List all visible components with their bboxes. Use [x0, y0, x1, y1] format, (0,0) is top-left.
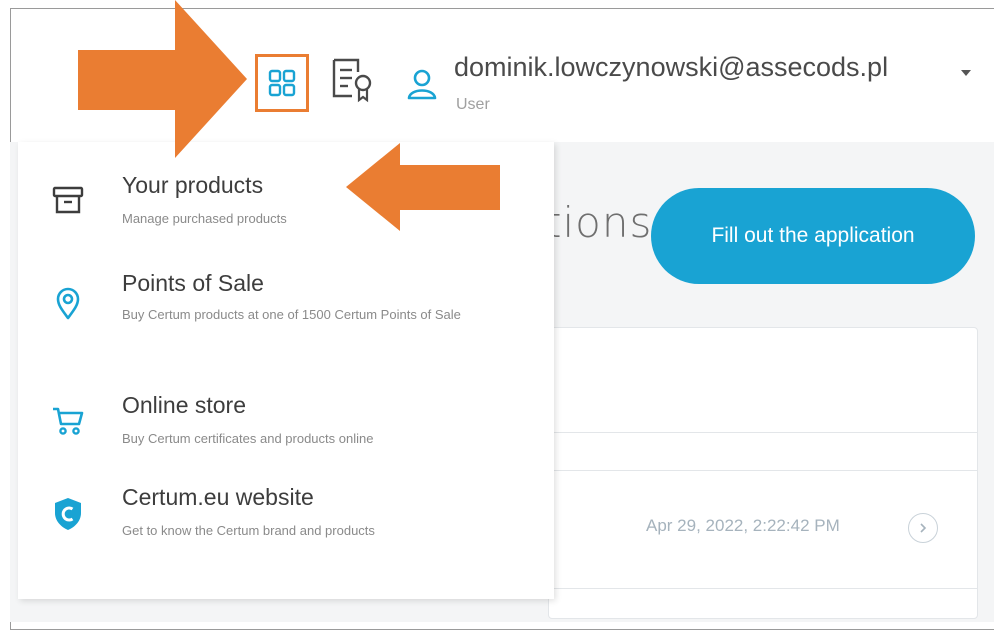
- annotation-overlay: [78, 0, 500, 231]
- annotation-arrow-left: [346, 143, 500, 231]
- annotation-arrow-right: [78, 0, 247, 158]
